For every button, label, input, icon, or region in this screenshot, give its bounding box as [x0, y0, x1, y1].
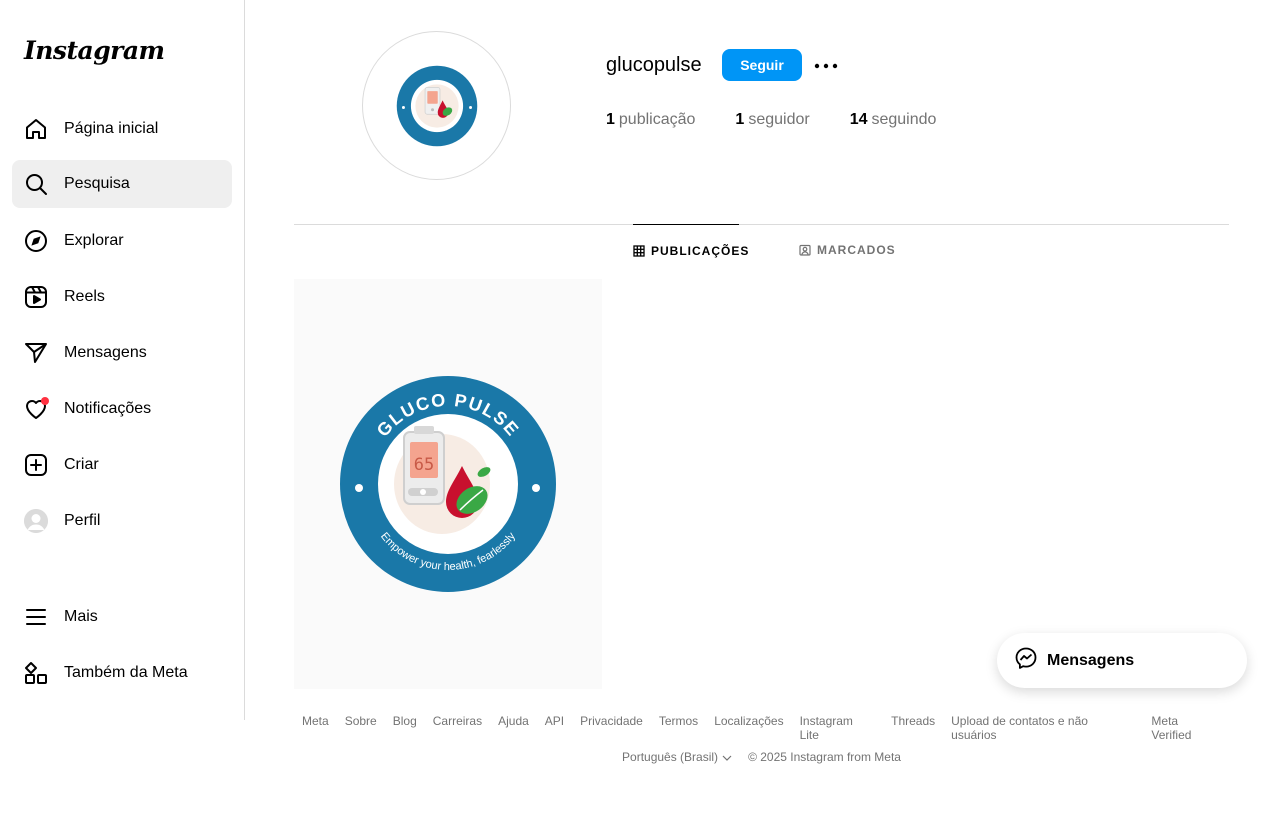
following-count[interactable]: 14 seguindo: [850, 111, 937, 129]
sidebar: Instagram Página inicial Pesquisa Explor…: [0, 0, 245, 720]
follow-button[interactable]: Seguir: [722, 49, 802, 81]
search-icon: [24, 172, 48, 196]
send-icon: [24, 341, 48, 365]
sidebar-item-explore[interactable]: Explorar: [12, 217, 232, 265]
footer-link[interactable]: API: [545, 714, 564, 742]
tab-posts[interactable]: PUBLICAÇÕES: [633, 224, 748, 276]
footer-link[interactable]: Sobre: [345, 714, 377, 742]
footer-link[interactable]: Meta Verified: [1151, 714, 1221, 742]
footer-link[interactable]: Carreiras: [433, 714, 482, 742]
footer-link[interactable]: Localizações: [714, 714, 783, 742]
footer-link[interactable]: Termos: [659, 714, 698, 742]
sidebar-item-messages[interactable]: Mensagens: [12, 329, 232, 377]
sidebar-item-label: Perfil: [64, 512, 101, 529]
home-icon: [24, 117, 48, 141]
tabs-divider: [294, 224, 1229, 225]
footer-links: Meta Sobre Blog Carreiras Ajuda API Priv…: [294, 714, 1229, 742]
profile-username: glucopulse: [606, 54, 702, 76]
sidebar-item-profile[interactable]: Perfil: [12, 497, 232, 545]
chevron-down-icon: [718, 750, 732, 764]
gluco-pulse-post-image: 65 GLUCO PULSE Empower your health, fear…: [340, 376, 556, 592]
sidebar-item-label: Página inicial: [64, 120, 159, 137]
language-label: Português (Brasil): [622, 750, 719, 764]
sidebar-item-label: Mensagens: [64, 344, 147, 361]
footer-link[interactable]: Blog: [393, 714, 417, 742]
avatar: [24, 509, 48, 533]
sidebar-item-label: Notificações: [64, 400, 152, 417]
profile-stats: 1 publicação 1 seguidor 14 seguindo: [606, 111, 976, 129]
sidebar-item-search[interactable]: Pesquisa: [12, 160, 232, 208]
compass-icon: [24, 229, 48, 253]
sidebar-item-create[interactable]: Criar: [12, 441, 232, 489]
profile-avatar[interactable]: [362, 31, 511, 180]
sidebar-item-label: Também da Meta: [64, 664, 188, 681]
sidebar-item-label: Mais: [64, 608, 98, 625]
sidebar-item-reels[interactable]: Reels: [12, 273, 232, 321]
post-thumbnail[interactable]: 65 GLUCO PULSE Empower your health, fear…: [294, 279, 602, 689]
footer-bottom: Português (Brasil) © 2025 Instagram from…: [294, 750, 1229, 764]
more-horizontal-icon: [814, 56, 838, 74]
notification-badge: [41, 397, 49, 405]
followers-count[interactable]: 1 seguidor: [735, 111, 809, 129]
sidebar-item-home[interactable]: Página inicial: [12, 105, 232, 153]
footer-link[interactable]: Meta: [302, 714, 329, 742]
plus-square-icon: [24, 453, 48, 477]
messages-widget-label: Mensagens: [1047, 651, 1135, 669]
menu-icon: [24, 605, 48, 629]
sidebar-item-label: Criar: [64, 456, 99, 473]
tagged-icon: [799, 244, 811, 256]
sidebar-item-label: Reels: [64, 288, 105, 305]
tab-label: PUBLICAÇÕES: [651, 243, 750, 258]
heart-icon: [24, 397, 49, 421]
reels-icon: [24, 285, 48, 309]
language-selector[interactable]: Português (Brasil): [622, 750, 732, 764]
messages-widget[interactable]: Mensagens: [997, 633, 1247, 688]
sidebar-item-more[interactable]: Mais: [12, 593, 232, 641]
tab-tagged[interactable]: MARCADOS: [799, 224, 896, 276]
copyright: © 2025 Instagram from Meta: [748, 750, 901, 764]
instagram-logo[interactable]: Instagram: [24, 36, 165, 65]
sidebar-item-also-from-meta[interactable]: Também da Meta: [12, 649, 232, 697]
meta-apps-icon: [24, 661, 48, 685]
posts-count: 1 publicação: [606, 111, 696, 128]
footer-link[interactable]: Ajuda: [498, 714, 529, 742]
messenger-icon: [1014, 646, 1038, 675]
footer-link[interactable]: Upload de contatos e não usuários: [951, 714, 1135, 742]
footer-link[interactable]: Instagram Lite: [800, 714, 876, 742]
grid-icon: [633, 244, 645, 257]
gluco-pulse-logo: [396, 65, 477, 146]
sidebar-item-notifications[interactable]: Notificações: [12, 385, 232, 433]
tab-label: MARCADOS: [817, 243, 896, 257]
meter-reading: 65: [414, 455, 434, 475]
sidebar-item-label: Pesquisa: [64, 175, 130, 192]
sidebar-item-label: Explorar: [64, 232, 124, 249]
footer-link[interactable]: Privacidade: [580, 714, 643, 742]
more-options-button[interactable]: [812, 52, 840, 78]
footer-link[interactable]: Threads: [891, 714, 935, 742]
